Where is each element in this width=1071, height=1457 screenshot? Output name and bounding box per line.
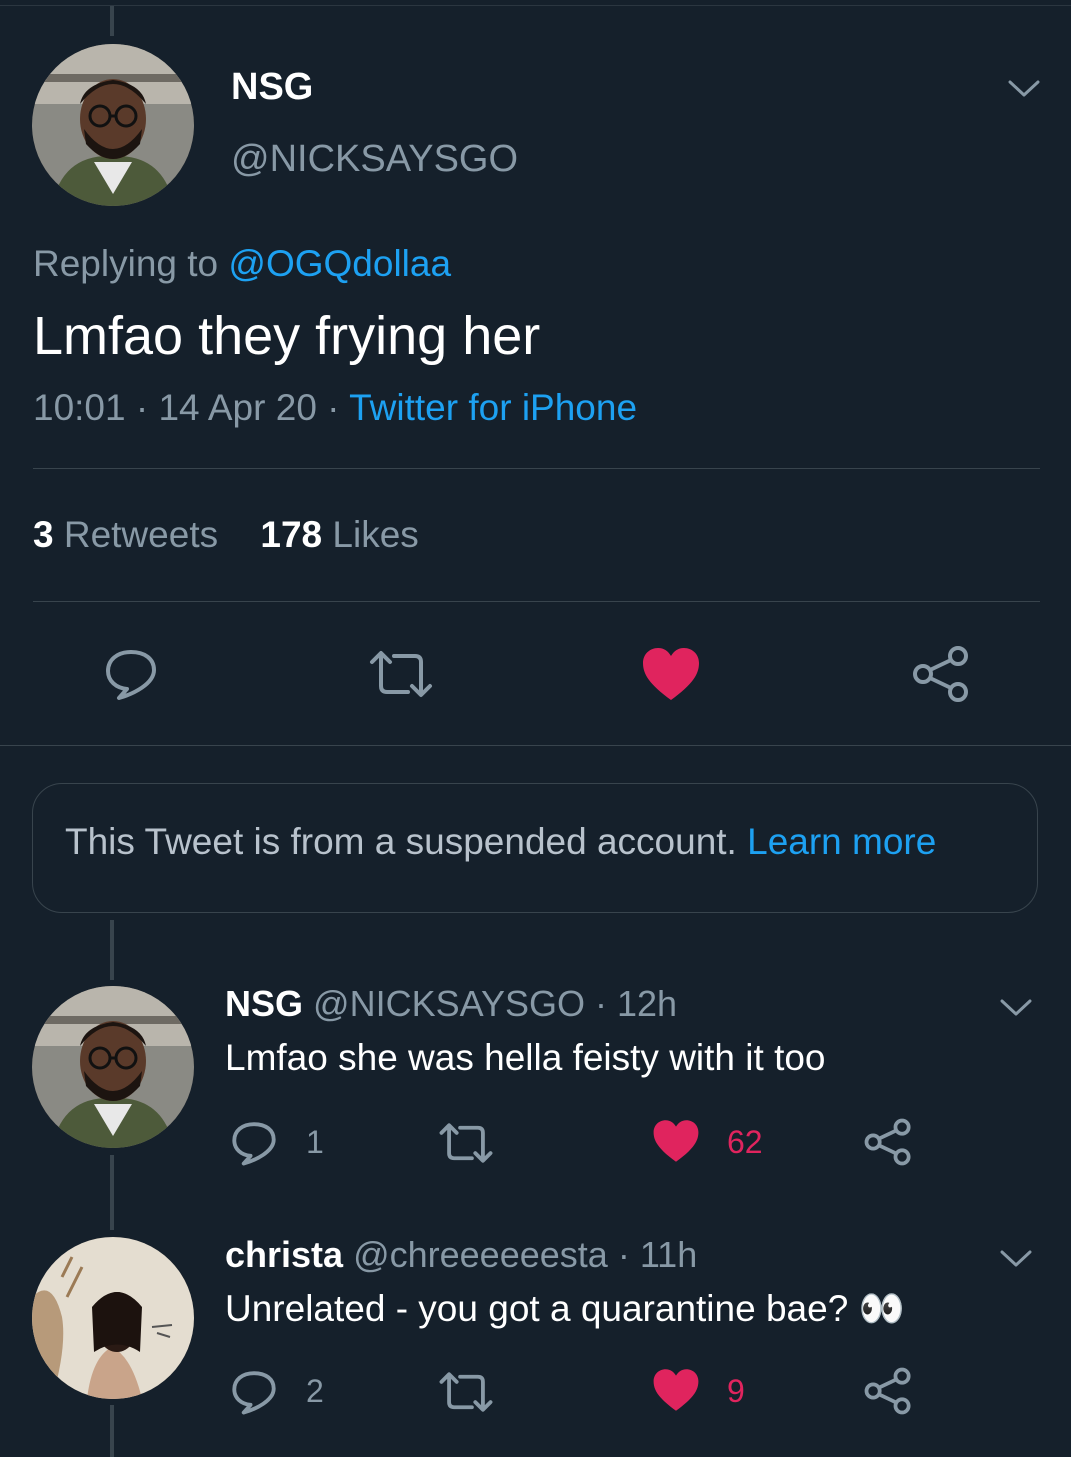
- share-icon[interactable]: [864, 1118, 912, 1166]
- user-handle[interactable]: @NICKSAYSGO: [231, 138, 518, 181]
- share-icon[interactable]: [864, 1367, 912, 1415]
- retweet-icon[interactable]: [368, 648, 434, 700]
- thread-line: [110, 1155, 114, 1230]
- like-label: Likes: [332, 514, 419, 555]
- reply-icon[interactable]: [103, 646, 159, 702]
- retweet-count: 3: [33, 514, 54, 555]
- display-name[interactable]: NSG: [231, 66, 313, 109]
- retweet-icon[interactable]: [438, 1121, 494, 1165]
- reply-age: 11h: [639, 1234, 698, 1275]
- heart-icon[interactable]: [652, 1118, 700, 1164]
- likes-stat[interactable]: 178 Likes: [260, 514, 418, 555]
- heart-icon[interactable]: [652, 1367, 700, 1413]
- divider: [33, 601, 1040, 602]
- retweet-label: Retweets: [63, 514, 219, 555]
- thread-line: [110, 920, 114, 980]
- heart-icon[interactable]: [641, 646, 701, 702]
- tweet-stats: 3 Retweets 178 Likes: [33, 514, 419, 556]
- divider: [33, 468, 1040, 469]
- tweet-source-link[interactable]: Twitter for iPhone: [349, 387, 637, 428]
- tweet-text: Lmfao they frying her: [33, 306, 541, 366]
- retweets-stat[interactable]: 3 Retweets: [33, 514, 228, 555]
- avatar[interactable]: [32, 986, 194, 1148]
- replying-to-link[interactable]: @OGQdollaa: [228, 243, 451, 284]
- share-icon[interactable]: [912, 645, 970, 703]
- reply-count: 1: [306, 1124, 324, 1160]
- reply-text-line: Unrelated - you got a quarantine bae? 👀: [225, 1287, 905, 1331]
- meta-separator: ·: [617, 1234, 630, 1275]
- reply-header: NSG @NICKSAYSGO · 12h: [225, 983, 677, 1025]
- divider: [0, 745, 1071, 746]
- meta-separator: ·: [327, 387, 340, 428]
- reply-icon[interactable]: [230, 1368, 278, 1416]
- retweet-icon[interactable]: [438, 1370, 494, 1414]
- meta-separator: ·: [135, 387, 149, 428]
- user-handle[interactable]: @NICKSAYSGO: [313, 983, 585, 1024]
- avatar[interactable]: [32, 44, 194, 206]
- like-count: 9: [727, 1373, 745, 1409]
- reply-header: christa @chreeeeeesta · 11h: [225, 1234, 697, 1276]
- reply-age: 12h: [617, 983, 678, 1024]
- reply-text: Lmfao she was hella feisty with it too: [225, 1037, 826, 1078]
- meta-separator: ·: [594, 983, 607, 1024]
- avatar[interactable]: [32, 1237, 194, 1399]
- display-name[interactable]: christa: [225, 1234, 343, 1275]
- display-name[interactable]: NSG: [225, 983, 303, 1024]
- reply-count: 2: [306, 1373, 324, 1409]
- replying-prefix: Replying to: [33, 243, 219, 284]
- chevron-down-icon[interactable]: [1006, 74, 1042, 102]
- eyes-emoji-icon: 👀: [858, 1287, 905, 1330]
- like-count: 62: [727, 1124, 763, 1160]
- reply-icon[interactable]: [230, 1119, 278, 1167]
- tweet-time: 10:01: [33, 387, 126, 428]
- thread-line-top: [110, 6, 114, 36]
- like-count: 178: [260, 514, 323, 555]
- replying-to-line: Replying to @OGQdollaa: [33, 243, 451, 285]
- chevron-down-icon[interactable]: [998, 993, 1034, 1021]
- reply-text: Unrelated - you got a quarantine bae?: [225, 1288, 849, 1329]
- chevron-down-icon[interactable]: [998, 1244, 1034, 1272]
- suspended-account-notice: This Tweet is from a suspended account. …: [32, 783, 1038, 913]
- top-border: [0, 5, 1071, 6]
- suspended-text: This Tweet is from a suspended account.: [65, 821, 737, 862]
- tweet-meta: 10:01 · 14 Apr 20 · Twitter for iPhone: [33, 387, 637, 429]
- tweet-date: 14 Apr 20: [158, 387, 317, 428]
- learn-more-link[interactable]: Learn more: [747, 821, 936, 862]
- thread-line: [110, 1405, 114, 1457]
- user-handle[interactable]: @chreeeeeesta: [353, 1234, 608, 1275]
